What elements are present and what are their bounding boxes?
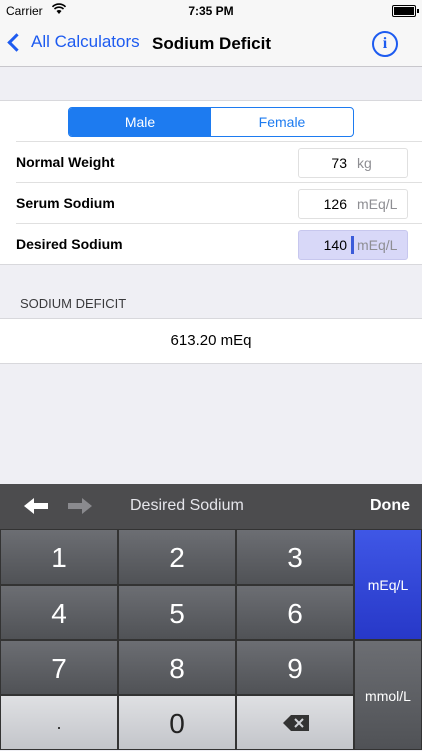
normal-weight-label: Normal Weight <box>16 154 115 170</box>
key-0[interactable]: 0 <box>118 695 236 750</box>
key-8[interactable]: 8 <box>118 640 236 695</box>
key-4[interactable]: 4 <box>0 585 118 640</box>
gender-segmented-control: Male Female <box>68 107 354 137</box>
unit-mmol-button[interactable]: mmol/L <box>354 640 422 750</box>
active-field-name: Desired Sodium <box>130 497 244 514</box>
desired-sodium-unit: mEq/L <box>357 237 398 253</box>
key-5[interactable]: 5 <box>118 585 236 640</box>
calculator-form: Male Female Normal Weight 73 kg Serum So… <box>0 100 422 265</box>
battery-icon <box>392 5 419 17</box>
previous-field-arrow-icon[interactable] <box>24 496 48 516</box>
key-9[interactable]: 9 <box>236 640 354 695</box>
key-6[interactable]: 6 <box>236 585 354 640</box>
key-1[interactable]: 1 <box>0 529 118 585</box>
key-decimal[interactable]: . <box>0 695 118 750</box>
segment-male[interactable]: Male <box>69 108 211 136</box>
key-3[interactable]: 3 <box>236 529 354 585</box>
segment-female[interactable]: Female <box>211 108 353 136</box>
desired-sodium-label: Desired Sodium <box>16 236 123 252</box>
desired-sodium-value: 140 <box>323 237 347 253</box>
serum-sodium-field[interactable]: 126 mEq/L <box>298 189 408 219</box>
key-2[interactable]: 2 <box>118 529 236 585</box>
row-normal-weight: Normal Weight 73 kg <box>16 142 422 182</box>
page-title: Sodium Deficit <box>152 34 272 53</box>
backspace-key[interactable] <box>236 695 354 750</box>
info-icon[interactable]: i <box>372 31 398 57</box>
nav-bar: All Calculators Sodium Deficit i <box>0 22 422 67</box>
result-section-header: SODIUM DEFICIT <box>20 296 127 311</box>
serum-sodium-unit: mEq/L <box>357 196 398 212</box>
numeric-keypad: 1 2 3 4 5 6 7 8 9 . 0 mEq/L mmol/L <box>0 529 422 750</box>
serum-sodium-label: Serum Sodium <box>16 195 115 211</box>
result-value: 613.20 mEq <box>0 318 422 364</box>
keyboard-toolbar: Desired Sodium Done <box>0 484 422 529</box>
back-button[interactable]: All Calculators <box>7 32 140 52</box>
done-button[interactable]: Done <box>370 497 410 515</box>
unit-meq-button[interactable]: mEq/L <box>354 529 422 640</box>
status-bar: Carrier 7:35 PM <box>0 0 422 22</box>
text-cursor <box>351 236 354 254</box>
next-field-arrow-icon[interactable] <box>68 496 92 516</box>
normal-weight-unit: kg <box>357 155 372 171</box>
key-7[interactable]: 7 <box>0 640 118 695</box>
status-time: 7:35 PM <box>188 4 234 18</box>
backspace-icon <box>283 715 309 731</box>
normal-weight-field[interactable]: 73 kg <box>298 148 408 178</box>
chevron-left-icon <box>7 33 26 52</box>
normal-weight-value: 73 <box>331 155 347 171</box>
desired-sodium-field[interactable]: 140 mEq/L <box>298 230 408 260</box>
back-label: All Calculators <box>31 32 140 51</box>
row-serum-sodium: Serum Sodium 126 mEq/L <box>16 183 422 223</box>
row-desired-sodium: Desired Sodium 140 mEq/L <box>16 224 422 264</box>
serum-sodium-value: 126 <box>323 196 347 212</box>
